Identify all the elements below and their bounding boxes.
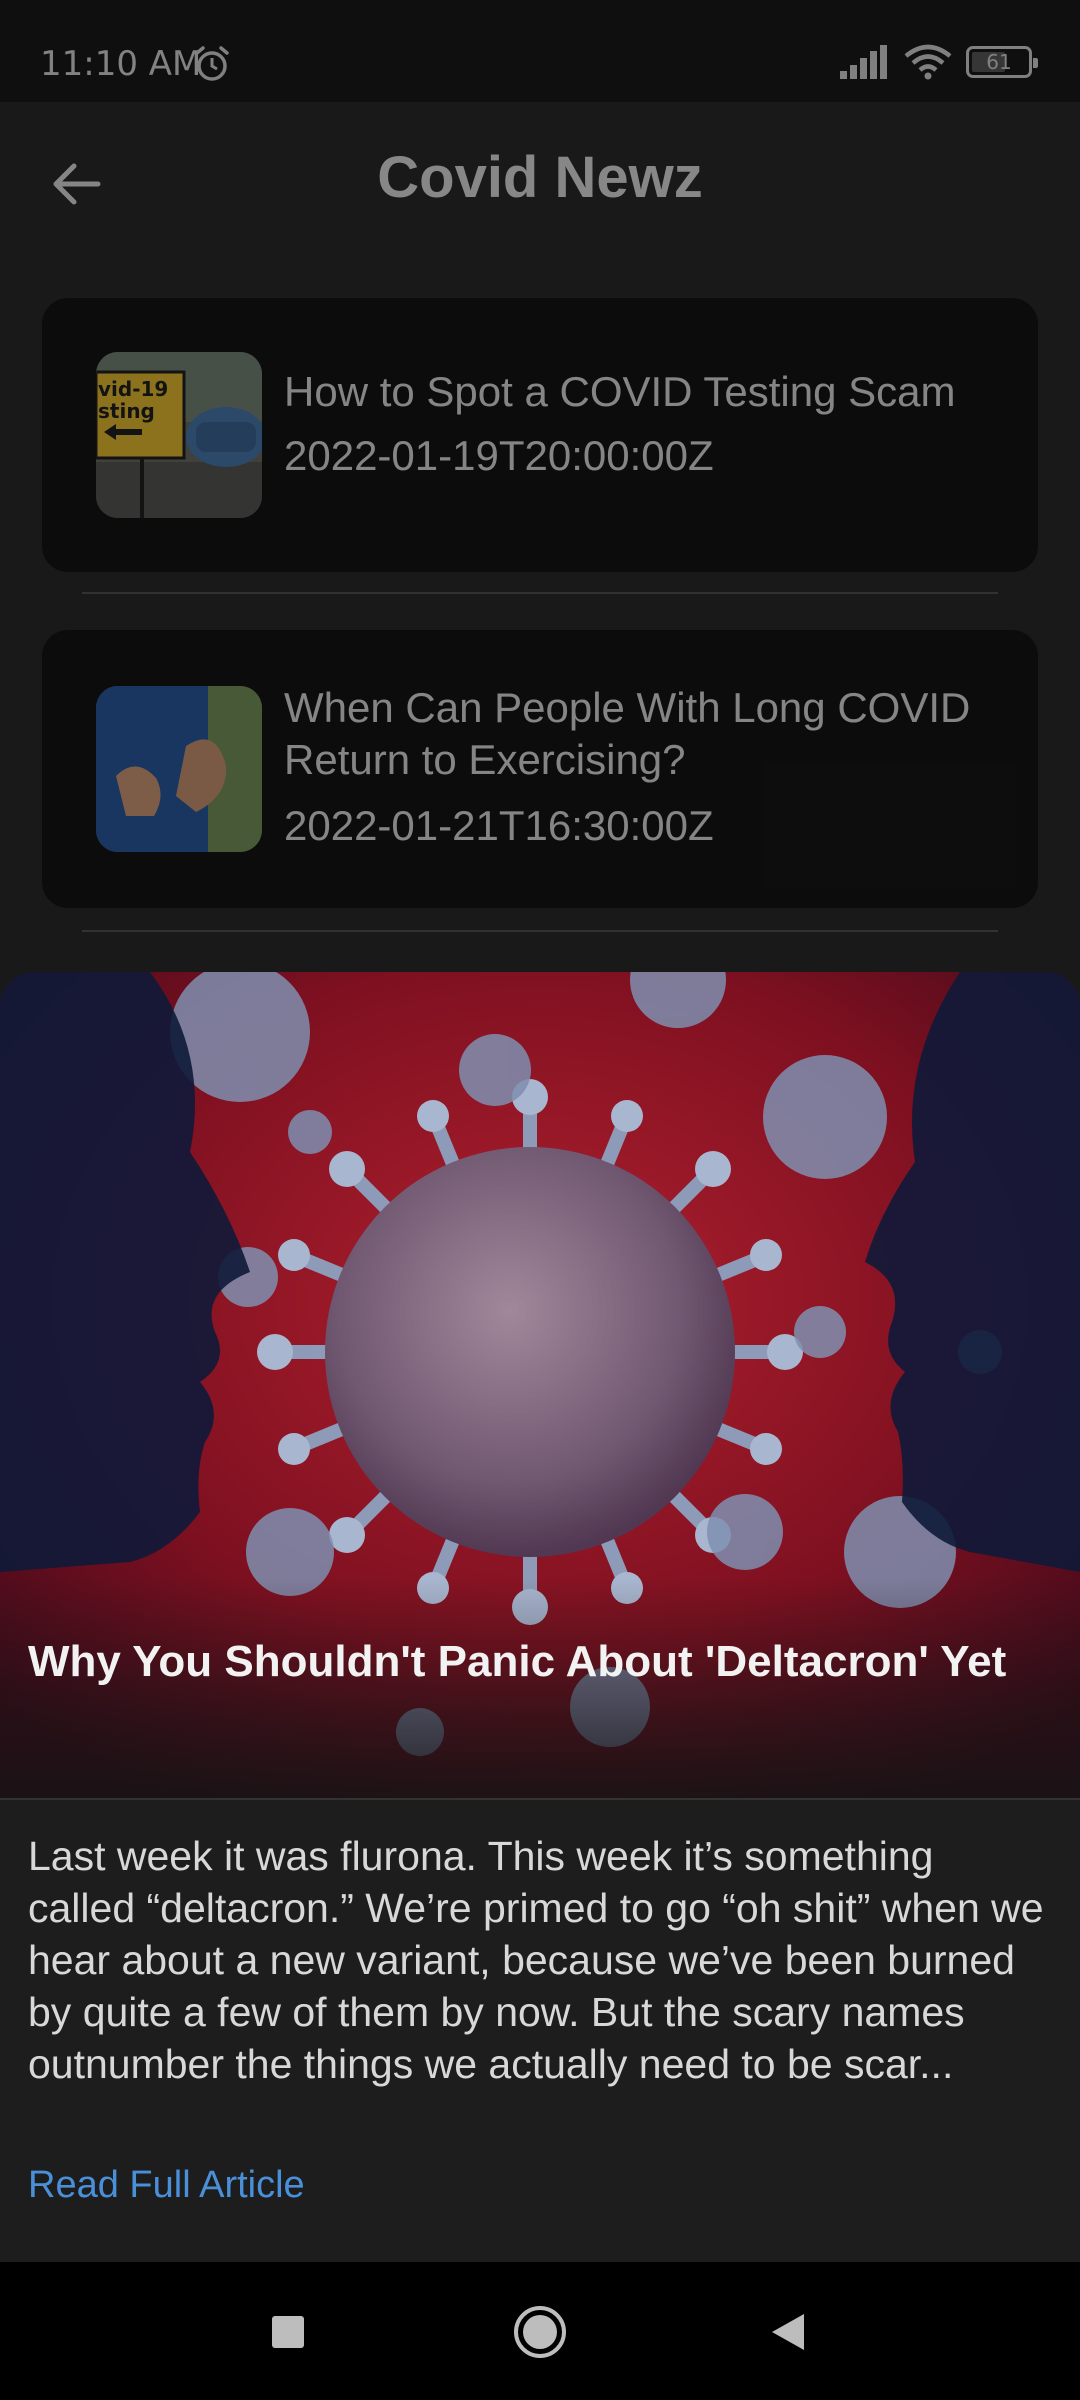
back-triangle-icon <box>772 2314 804 2350</box>
nav-back-button[interactable] <box>756 2300 820 2364</box>
read-full-article-link[interactable]: Read Full Article <box>28 2164 305 2207</box>
home-button[interactable] <box>508 2300 572 2364</box>
article-detail-sheet: Why You Shouldn't Panic About 'Deltacron… <box>0 972 1080 2262</box>
recents-square-icon <box>272 2316 304 2348</box>
article-hero-image: Why You Shouldn't Panic About 'Deltacron… <box>0 972 1080 1798</box>
sheet-divider <box>0 1798 1080 1800</box>
article-detail-title: Why You Shouldn't Panic About 'Deltacron… <box>28 1637 1007 1686</box>
system-nav-bar <box>0 2262 1080 2400</box>
article-summary: Last week it was flurona. This week it’s… <box>28 1833 1044 2087</box>
home-circle-icon <box>514 2306 566 2358</box>
recents-button[interactable] <box>256 2300 320 2364</box>
